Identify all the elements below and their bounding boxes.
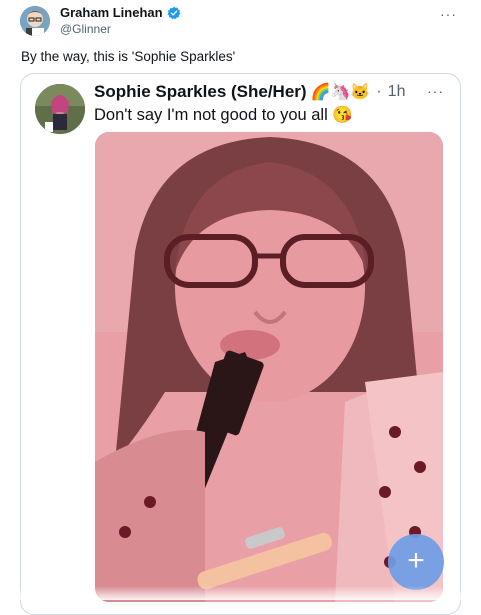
quoted-timestamp[interactable]: 1h [388, 83, 406, 101]
quoted-name-emoji: 🌈🦄🐱 [310, 84, 371, 101]
quoted-text: Don't say I'm not good to you all 😘 [94, 106, 353, 124]
more-options-icon[interactable]: ··· [440, 6, 457, 22]
quoted-author-name[interactable]: Sophie Sparkles (She/Her) 🌈🦄🐱 · 1h [94, 82, 405, 102]
author-name[interactable]: Graham Linehan [60, 5, 181, 20]
author-avatar[interactable] [20, 6, 50, 36]
quoted-media-image[interactable] [95, 132, 443, 602]
quoted-avatar[interactable] [35, 84, 85, 134]
tweet: Graham Linehan @Glinner ··· By the way, … [0, 0, 481, 615]
verified-badge-icon [167, 6, 180, 19]
quoted-more-options-icon[interactable]: ··· [427, 83, 444, 99]
compose-fab-button[interactable]: + [388, 534, 444, 590]
quoted-tweet[interactable]: Sophie Sparkles (She/Her) 🌈🦄🐱 · 1h ··· D… [20, 73, 461, 615]
tweet-text: By the way, this is 'Sophie Sparkles' [21, 49, 236, 64]
author-handle[interactable]: @Glinner [60, 22, 111, 36]
bottom-fade [0, 586, 481, 600]
quoted-separator: · [376, 83, 382, 100]
author-name-text: Graham Linehan [60, 5, 163, 20]
quoted-name-text: Sophie Sparkles (She/Her) [94, 82, 307, 101]
